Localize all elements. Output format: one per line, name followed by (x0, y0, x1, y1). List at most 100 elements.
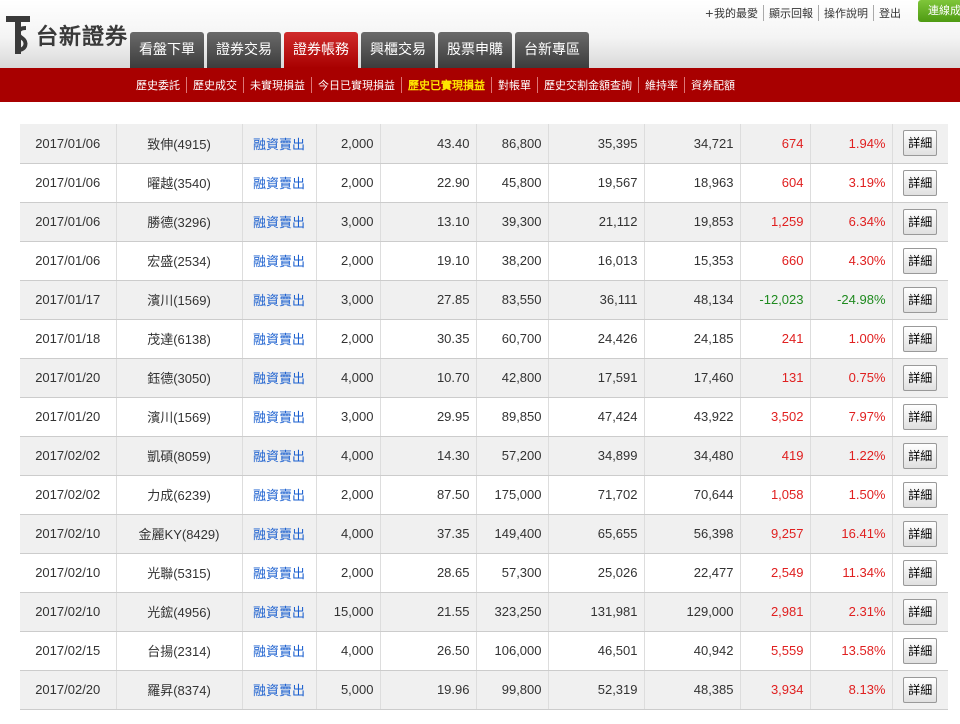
stock-name-cell[interactable]: 凱碩(8059) (116, 436, 243, 476)
trade-type-link[interactable]: 融資賣出 (242, 475, 317, 515)
return-rate-cell: 6.34% (810, 202, 893, 242)
income-cell: 70,644 (644, 475, 741, 515)
profit-loss-cell: 660 (740, 241, 811, 281)
detail-button[interactable]: 詳細 (903, 364, 938, 391)
subnav-history-orders[interactable]: 歷史委託 (130, 77, 186, 93)
cost-cell: 52,319 (548, 670, 645, 710)
stock-name-cell[interactable]: 茂達(6138) (116, 319, 243, 359)
subnav-maintenance-ratio[interactable]: 維持率 (638, 77, 684, 93)
show-report-link[interactable]: 顯示回報 (763, 5, 818, 21)
quantity-cell: 3,000 (316, 280, 381, 320)
income-cell: 43,922 (644, 397, 741, 437)
trade-type-link[interactable]: 融資賣出 (242, 436, 317, 476)
cost-cell: 35,395 (548, 124, 645, 164)
stock-name-cell[interactable]: 台揚(2314) (116, 631, 243, 671)
detail-button[interactable]: 詳細 (903, 676, 938, 703)
quantity-cell: 2,000 (316, 553, 381, 593)
price-cell: 13.10 (380, 202, 477, 242)
detail-button[interactable]: 詳細 (903, 169, 938, 196)
subnav-history-realized-pl[interactable]: 歷史已實現損益 (401, 77, 491, 93)
stock-name-cell[interactable]: 羅昇(8374) (116, 670, 243, 710)
tab-securities-trading[interactable]: 證券交易 (207, 32, 281, 68)
detail-button[interactable]: 詳細 (903, 598, 938, 625)
stock-name-cell[interactable]: 宏盛(2534) (116, 241, 243, 281)
realized-pl-table-container[interactable]: 2017/01/06 致伸(4915) 融資賣出 2,000 43.40 86,800 35… (20, 124, 950, 724)
trade-date-cell: 2017/01/20 (20, 358, 117, 398)
detail-button[interactable]: 詳細 (903, 481, 938, 508)
price-cell: 30.35 (380, 319, 477, 359)
help-link[interactable]: 操作說明 (818, 5, 873, 21)
table-row: 2017/02/02 力成(6239) 融資賣出 2,000 87.50 175,000 7… (20, 475, 948, 515)
trade-type-link[interactable]: 融資賣出 (242, 592, 317, 632)
stock-name-cell[interactable]: 致伸(4915) (116, 124, 243, 164)
detail-button[interactable]: 詳細 (903, 247, 938, 274)
stock-name-cell[interactable]: 光聯(5315) (116, 553, 243, 593)
add-favorite-link[interactable]: +我的最愛 (700, 5, 763, 21)
subnav-unrealized-pl[interactable]: 未實現損益 (243, 77, 311, 93)
amount-cell: 106,000 (476, 631, 549, 671)
connection-status-button[interactable]: 連線成功 (918, 0, 960, 22)
trade-type-link[interactable]: 融資賣出 (242, 319, 317, 359)
trade-type-link[interactable]: 融資賣出 (242, 397, 317, 437)
return-rate-cell: 1.22% (810, 436, 893, 476)
table-row: 2017/02/02 凱碩(8059) 融資賣出 4,000 14.30 57,200 34… (20, 436, 948, 476)
detail-cell: 詳細 (892, 670, 948, 710)
detail-button[interactable]: 詳細 (903, 442, 938, 469)
price-cell: 28.65 (380, 553, 477, 593)
price-cell: 14.30 (380, 436, 477, 476)
tab-taishin-zone[interactable]: 台新專區 (515, 32, 589, 68)
stock-name-cell[interactable]: 濱川(1569) (116, 397, 243, 437)
subnav-history-trades[interactable]: 歷史成交 (186, 77, 243, 93)
table-row: 2017/02/10 光鋐(4956) 融資賣出 15,000 21.55 323,250… (20, 592, 948, 632)
stock-name-cell[interactable]: 光鋐(4956) (116, 592, 243, 632)
profit-loss-cell: 419 (740, 436, 811, 476)
trade-type-link[interactable]: 融資賣出 (242, 631, 317, 671)
price-cell: 26.50 (380, 631, 477, 671)
detail-cell: 詳細 (892, 163, 948, 203)
stock-name-cell[interactable]: 力成(6239) (116, 475, 243, 515)
trade-type-link[interactable]: 融資賣出 (242, 670, 317, 710)
trade-type-link[interactable]: 融資賣出 (242, 553, 317, 593)
stock-name-cell[interactable]: 勝德(3296) (116, 202, 243, 242)
detail-button[interactable]: 詳細 (903, 403, 938, 430)
cost-cell: 24,426 (548, 319, 645, 359)
subnav-margin-quota[interactable]: 資券配額 (684, 77, 741, 93)
trade-type-link[interactable]: 融資賣出 (242, 202, 317, 242)
trade-type-link[interactable]: 融資賣出 (242, 241, 317, 281)
brand-logo[interactable]: 台新證券 (4, 14, 128, 56)
trade-type-link[interactable]: 融資賣出 (242, 124, 317, 164)
detail-button[interactable]: 詳細 (903, 208, 938, 235)
trade-date-cell: 2017/02/02 (20, 475, 117, 515)
return-rate-cell: 2.31% (810, 592, 893, 632)
subnav-statement[interactable]: 對帳單 (491, 77, 537, 93)
subnav-today-realized-pl[interactable]: 今日已實現損益 (311, 77, 401, 93)
stock-name-cell[interactable]: 金麗KY(8429) (116, 514, 243, 554)
stock-name-cell[interactable]: 濱川(1569) (116, 280, 243, 320)
detail-button[interactable]: 詳細 (903, 559, 938, 586)
profit-loss-cell: 2,549 (740, 553, 811, 593)
cost-cell: 34,899 (548, 436, 645, 476)
subnav-settlement-query[interactable]: 歷史交割金額查詢 (537, 77, 638, 93)
table-row: 2017/01/06 致伸(4915) 融資賣出 2,000 43.40 86,800 35… (20, 124, 948, 164)
quantity-cell: 2,000 (316, 475, 381, 515)
trade-type-link[interactable]: 融資賣出 (242, 514, 317, 554)
trade-type-link[interactable]: 融資賣出 (242, 358, 317, 398)
trade-date-cell: 2017/01/06 (20, 163, 117, 203)
detail-button[interactable]: 詳細 (903, 637, 938, 664)
income-cell: 40,942 (644, 631, 741, 671)
trade-type-link[interactable]: 融資賣出 (242, 280, 317, 320)
tab-securities-accounts[interactable]: 證券帳務 (284, 32, 358, 68)
tab-emerging-trading[interactable]: 興櫃交易 (361, 32, 435, 68)
detail-button[interactable]: 詳細 (903, 286, 938, 313)
trade-type-link[interactable]: 融資賣出 (242, 163, 317, 203)
detail-button[interactable]: 詳細 (903, 130, 938, 157)
stock-name-cell[interactable]: 鈺德(3050) (116, 358, 243, 398)
tab-ipo-subscription[interactable]: 股票申購 (438, 32, 512, 68)
detail-button[interactable]: 詳細 (903, 520, 938, 547)
detail-button[interactable]: 詳細 (903, 325, 938, 352)
trade-date-cell: 2017/02/02 (20, 436, 117, 476)
tab-quote-order[interactable]: 看盤下單 (130, 32, 204, 68)
table-row: 2017/02/15 台揚(2314) 融資賣出 4,000 26.50 106,000 4… (20, 631, 948, 671)
stock-name-cell[interactable]: 曜越(3540) (116, 163, 243, 203)
logout-link[interactable]: 登出 (873, 5, 906, 21)
